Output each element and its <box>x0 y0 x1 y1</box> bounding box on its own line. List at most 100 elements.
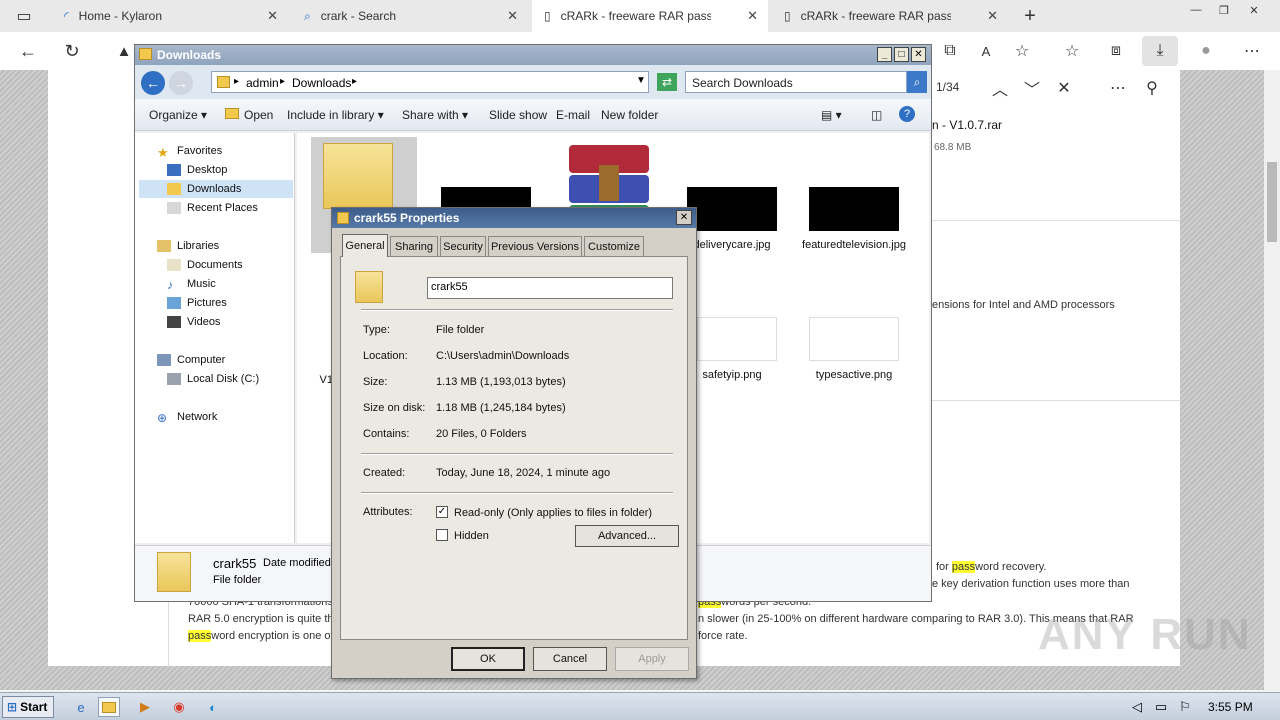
image-thumbnail[interactable] <box>687 187 777 231</box>
browser-tab[interactable]: ◜ Home - Kylaron ✕ <box>52 0 288 32</box>
more-options-icon[interactable]: ⋯ <box>1238 32 1266 70</box>
tab-sharing[interactable]: Sharing <box>390 236 438 256</box>
file-name[interactable]: typesactive.png <box>799 369 909 382</box>
address-bar[interactable]: ▸ admin ▸ Downloads ▸ ▼ <box>211 71 649 93</box>
find-previous-icon[interactable]: ︿ <box>990 70 1010 106</box>
nav-item-pictures[interactable]: Pictures <box>167 297 227 309</box>
apply-button[interactable]: Apply <box>615 647 689 671</box>
more-options-icon[interactable]: ⋯ <box>1108 70 1128 106</box>
advanced-button[interactable]: Advanced... <box>575 525 679 547</box>
browser-tab[interactable]: ▯ cRARk - freeware RAR password ✕ <box>772 0 1008 32</box>
pin-icon[interactable]: ⚲ <box>1142 70 1162 106</box>
explorer-title-bar[interactable]: Downloads _ □ ✕ <box>135 45 931 65</box>
close-window-icon[interactable]: ✕ <box>1240 0 1268 20</box>
view-options-icon[interactable]: ▤ ▾ <box>821 108 842 122</box>
extensions-icon[interactable]: ⧉ <box>936 32 964 70</box>
tab-customize[interactable]: Customize <box>584 236 644 256</box>
close-icon[interactable]: ✕ <box>676 210 692 225</box>
tab-general[interactable]: General <box>342 234 388 257</box>
scrollbar-thumb[interactable] <box>1267 162 1277 242</box>
tab-close-icon[interactable]: ✕ <box>747 8 758 24</box>
breadcrumb-arrow-icon[interactable]: ▸ <box>352 76 357 87</box>
collections-icon[interactable]: ⧈ <box>1102 32 1130 70</box>
restore-icon[interactable]: ❐ <box>1210 0 1238 20</box>
search-icon[interactable]: ⌕ <box>907 71 927 93</box>
image-thumbnail[interactable] <box>809 187 899 231</box>
dialog-title-bar[interactable]: crark55 Properties ✕ <box>332 208 696 228</box>
new-folder-button[interactable]: New folder <box>601 108 658 122</box>
minimize-icon[interactable]: — <box>1182 0 1210 20</box>
clock[interactable]: 3:55 PM <box>1208 700 1253 714</box>
chevron-down-icon[interactable]: ▼ <box>636 75 646 86</box>
breadcrumb-item[interactable]: admin <box>246 76 279 90</box>
action-center-flag-icon[interactable]: ⚐ <box>1174 697 1196 717</box>
search-input[interactable]: Search Downloads <box>685 71 907 93</box>
breadcrumb-arrow-icon[interactable]: ▸ <box>280 76 285 87</box>
nav-item-downloads[interactable]: Downloads <box>167 183 241 195</box>
find-next-icon[interactable]: ﹀ <box>1022 70 1042 106</box>
tab-close-icon[interactable]: ✕ <box>267 8 278 24</box>
readonly-checkbox[interactable]: ✓ <box>436 506 448 518</box>
browser-tab-active[interactable]: ▯ cRARk - freeware RAR password ✕ <box>532 0 768 32</box>
help-icon[interactable]: ? <box>899 106 915 122</box>
nav-item-recent-places[interactable]: Recent Places <box>167 202 258 214</box>
open-button[interactable]: Open <box>244 108 273 122</box>
close-icon[interactable]: ✕ <box>911 47 926 62</box>
download-file-name[interactable]: n - V1.0.7.rar <box>932 118 1002 132</box>
nav-libraries[interactable]: Libraries <box>157 240 219 252</box>
tab-previous-versions[interactable]: Previous Versions <box>488 236 582 256</box>
tab-close-icon[interactable]: ✕ <box>987 8 998 24</box>
nav-network[interactable]: ⊕ Network <box>157 411 217 425</box>
find-close-icon[interactable]: ✕ <box>1054 70 1074 106</box>
browser-tab[interactable]: ⌕ crark - Search ✕ <box>292 0 528 32</box>
nav-computer[interactable]: Computer <box>157 354 225 366</box>
image-thumbnail[interactable] <box>697 317 777 361</box>
share-with-button[interactable]: Share with ▾ <box>402 108 468 122</box>
download-icon[interactable]: ⤓ <box>1142 36 1178 66</box>
nav-item-documents[interactable]: Documents <box>167 259 243 271</box>
favorites-icon[interactable]: ☆ <box>1058 32 1086 70</box>
page-scrollbar[interactable] <box>1264 70 1280 690</box>
back-arrow-icon[interactable]: ← <box>14 32 42 70</box>
breadcrumb-arrow-icon[interactable]: ▸ <box>234 76 239 87</box>
speaker-icon[interactable]: ◁ <box>1126 697 1148 717</box>
organize-button[interactable]: Organize ▾ <box>149 108 207 122</box>
preview-pane-icon[interactable]: ◫ <box>871 108 882 122</box>
readonly-label[interactable]: Read-only (Only applies to files in fold… <box>454 507 652 519</box>
nav-item-music[interactable]: ♪ Music <box>167 278 216 292</box>
warning-icon[interactable]: ▲ <box>112 32 136 70</box>
refresh-icon[interactable]: ↻ <box>58 32 86 70</box>
file-name[interactable]: featuredtelevision.jpg <box>799 239 909 252</box>
tab-security[interactable]: Security <box>440 236 486 256</box>
add-favorite-icon[interactable]: ☆ <box>1008 32 1036 70</box>
media-player-icon[interactable]: ▶ <box>134 697 156 717</box>
nav-item-desktop[interactable]: Desktop <box>167 164 227 176</box>
cancel-button[interactable]: Cancel <box>533 647 607 671</box>
edge-icon[interactable]: ◐ <box>202 697 224 717</box>
maximize-icon[interactable]: □ <box>894 47 909 62</box>
slide-show-button[interactable]: Slide show <box>489 108 547 122</box>
profile-avatar-icon[interactable]: ● <box>1192 32 1220 70</box>
email-button[interactable]: E-mail <box>556 108 590 122</box>
refresh-icon[interactable]: ⇄ <box>657 73 677 91</box>
nav-item-local-disk[interactable]: Local Disk (C:) <box>167 373 259 385</box>
hidden-checkbox[interactable] <box>436 529 448 541</box>
file-explorer-icon[interactable] <box>98 697 120 717</box>
folder-name-input[interactable]: crark55 <box>427 277 673 299</box>
new-tab-plus-icon[interactable]: + <box>1016 0 1044 32</box>
tab-actions-icon[interactable]: ▭ <box>10 0 38 32</box>
image-thumbnail[interactable] <box>809 317 899 361</box>
nav-item-videos[interactable]: Videos <box>167 316 220 328</box>
back-arrow-icon[interactable]: ← <box>141 71 165 95</box>
hidden-label[interactable]: Hidden <box>454 530 489 542</box>
breadcrumb-item[interactable]: Downloads <box>292 76 351 90</box>
chrome-icon[interactable]: ◉ <box>168 697 190 717</box>
internet-explorer-icon[interactable]: e <box>70 697 92 717</box>
forward-arrow-icon[interactable]: → <box>169 71 193 95</box>
read-aloud-icon[interactable]: A <box>972 32 1000 70</box>
minimize-icon[interactable]: _ <box>877 47 892 62</box>
network-icon[interactable]: ▭ <box>1150 697 1172 717</box>
include-in-library-button[interactable]: Include in library ▾ <box>287 108 384 122</box>
start-button[interactable]: ⊞ Start <box>2 696 54 718</box>
nav-favorites[interactable]: ★ Favorites <box>157 145 222 160</box>
